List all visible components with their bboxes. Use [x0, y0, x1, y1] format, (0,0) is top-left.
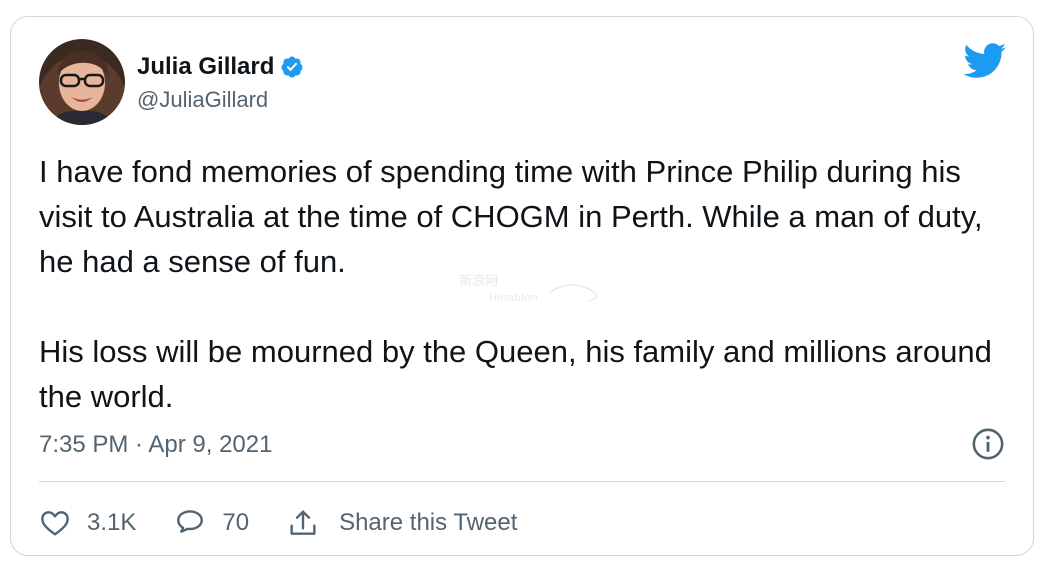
svg-text:Hinablon: Hinablon: [489, 291, 538, 304]
like-button[interactable]: 3.1K: [39, 507, 136, 539]
share-upload-icon: [290, 510, 316, 535]
speech-bubble-icon: [177, 510, 204, 533]
svg-text:新浪网: 新浪网: [459, 273, 498, 289]
watermark-logo: 新浪网 Hinablon: [459, 273, 598, 304]
author-row: Julia Gillard: [137, 53, 304, 81]
divider: [39, 481, 1005, 482]
author-name[interactable]: Julia Gillard: [137, 53, 274, 81]
verified-badge-icon: [281, 56, 303, 78]
share-label: Share this Tweet: [339, 509, 518, 536]
tweet-card[interactable]: Julia Gillard @JuliaGillard I have fond …: [10, 16, 1034, 556]
avatar-image: [39, 39, 125, 125]
reply-count: 70: [222, 509, 250, 536]
author-handle[interactable]: @JuliaGillard: [137, 87, 268, 113]
reply-button[interactable]: 70: [174, 507, 249, 539]
watermark: 新浪网 Hinablon: [459, 271, 609, 314]
action-bar: 3.1K 70 Share this Tweet: [39, 503, 555, 543]
tweet-paragraph-2: His loss will be mourned by the Queen, h…: [39, 334, 992, 414]
heart-icon: [41, 511, 69, 536]
tweet-timestamp[interactable]: 7:35 PM · Apr 9, 2021: [39, 431, 272, 459]
tweet-paragraph-1: I have fond memories of spending time wi…: [39, 154, 983, 279]
twitter-bird-icon[interactable]: [963, 43, 1007, 79]
like-count: 3.1K: [87, 509, 137, 536]
share-tweet-button[interactable]: Share this Tweet: [287, 507, 517, 539]
avatar[interactable]: [39, 39, 125, 125]
info-icon[interactable]: [971, 427, 1005, 461]
